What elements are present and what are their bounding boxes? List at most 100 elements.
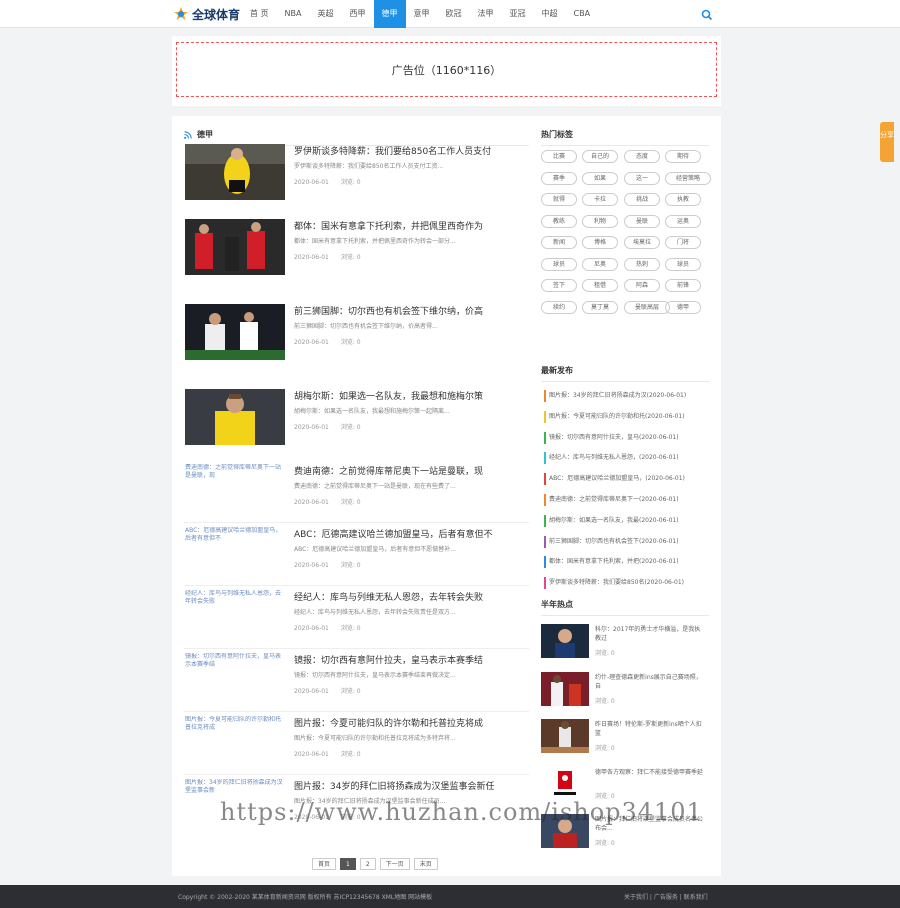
- latest-item[interactable]: 图片报：34岁的拜仁旧将扬森成为汉(2020-06-01): [544, 390, 706, 402]
- tag-item[interactable]: 这一: [624, 171, 660, 185]
- article-thumbnail[interactable]: [185, 304, 285, 360]
- latest-item-text[interactable]: 镜报：切尔西有意阿什拉夫，皇马(2020-06-01): [549, 434, 679, 441]
- tag-item[interactable]: 莫丁莫: [582, 300, 618, 314]
- article-thumbnail[interactable]: 镜报：切尔西有意阿什拉夫，皇马表示本赛季结: [185, 653, 285, 709]
- tag-item[interactable]: 新闻: [541, 236, 577, 249]
- latest-item-text[interactable]: 图片报：今夏可能归队的许尔勒和托(2020-06-01): [549, 413, 685, 420]
- hot-thumbnail[interactable]: [541, 624, 589, 658]
- tag-item[interactable]: 曼联: [624, 214, 660, 228]
- tag-item[interactable]: 就得: [541, 193, 577, 206]
- hot-item[interactable]: 科尔：2017年的勇士才华横溢，是我执教过 浏览: 0: [541, 624, 709, 662]
- article-title[interactable]: 都体：国米有意拿下托利索，并把佩里西奇作为: [294, 219, 529, 232]
- hot-title[interactable]: 约什-理查德森更新ins展示自己赛场照，自: [595, 673, 705, 691]
- tag-item[interactable]: 赛季: [541, 171, 577, 185]
- tag-item[interactable]: 经营策略: [665, 171, 711, 185]
- latest-item-text[interactable]: 前三狮国脚：切尔西也有机会签下(2020-06-01): [549, 538, 679, 545]
- article-thumbnail[interactable]: ABC：厄德高建议哈兰德加盟皇马，后者有意但不: [185, 527, 285, 583]
- hot-title[interactable]: 昨日赛场！特伦斯-罗斯更新ins晒个人扣篮: [595, 720, 705, 738]
- article-title[interactable]: 图片报：今夏可能归队的许尔勒和托普拉克将成: [294, 716, 529, 729]
- tag-item[interactable]: 自己的: [582, 150, 618, 163]
- tag-item[interactable]: 曼联高层: [624, 300, 670, 314]
- page-link-3[interactable]: 下一页: [379, 858, 410, 870]
- tag-item[interactable]: 门将: [665, 236, 701, 249]
- hot-thumbnail[interactable]: [541, 766, 589, 801]
- article-title[interactable]: 图片报：34岁的拜仁旧将扬森成为汉堡监事会新任: [294, 779, 529, 792]
- share-button[interactable]: 分享: [880, 122, 894, 162]
- latest-item[interactable]: 图片报：今夏可能归队的许尔勒和托(2020-06-01): [544, 410, 706, 423]
- latest-item-text[interactable]: 图片报：34岁的拜仁旧将扬森成为汉(2020-06-01): [549, 392, 686, 399]
- article-title[interactable]: 费迪南德：之前觉得库蒂尼奥下一站是曼联，现: [294, 464, 529, 477]
- article-thumbnail[interactable]: [185, 389, 285, 445]
- tag-item[interactable]: 教练: [541, 214, 577, 228]
- latest-item-text[interactable]: 经纪人：库鸟与列维无私人恩怨，(2020-06-01): [549, 454, 679, 461]
- tag-item[interactable]: 如果: [582, 171, 618, 185]
- latest-item[interactable]: 罗伊斯谈多特降薪：我们要给850名(2020-06-01): [544, 577, 706, 590]
- nav-item-8[interactable]: 亚冠: [502, 0, 534, 28]
- article-title[interactable]: 罗伊斯谈多特降薪：我们要给850名工作人员支付: [294, 144, 529, 157]
- tag-item[interactable]: 德甲: [665, 300, 701, 314]
- nav-item-9[interactable]: 中超: [534, 0, 566, 28]
- latest-item[interactable]: 胡梅尔斯：如果选一名队友，我最(2020-06-01): [544, 514, 706, 527]
- tag-item[interactable]: 球员: [665, 257, 701, 271]
- tag-item[interactable]: 比赛: [541, 150, 577, 163]
- tag-item[interactable]: 卡拉: [582, 193, 618, 206]
- article-title[interactable]: 镜报：切尔西有意阿什拉夫，皇马表示本赛季结: [294, 653, 529, 666]
- tag-item[interactable]: 挑战: [624, 193, 660, 206]
- nav-item-6[interactable]: 欧冠: [438, 0, 470, 28]
- latest-item[interactable]: 经纪人：库鸟与列维无私人恩怨，(2020-06-01): [544, 452, 706, 465]
- hot-title[interactable]: 科尔：2017年的勇士才华横溢，是我执教过: [595, 625, 705, 643]
- latest-item-text[interactable]: 都体：国米有意拿下托利索，并把(2020-06-01): [549, 558, 679, 565]
- tag-item[interactable]: 利物: [582, 214, 618, 228]
- article-title[interactable]: 胡梅尔斯：如果选一名队友，我最想和施梅尔策: [294, 389, 529, 402]
- latest-item[interactable]: 镜报：切尔西有意阿什拉夫，皇马(2020-06-01): [544, 431, 706, 444]
- tag-item[interactable]: 态度: [624, 150, 660, 163]
- article-title[interactable]: ABC：厄德高建议哈兰德加盟皇马，后者有意但不: [294, 527, 529, 540]
- latest-item-text[interactable]: 费迪南德：之前觉得库蒂尼奥下一(2020-06-01): [549, 496, 679, 503]
- tag-item[interactable]: 运奥: [665, 214, 701, 228]
- hot-item[interactable]: 约什-理查德森更新ins展示自己赛场照，自 浏览: 0: [541, 671, 709, 710]
- page-link-0[interactable]: 首页: [312, 858, 337, 870]
- nav-item-5[interactable]: 意甲: [406, 0, 438, 28]
- article-thumbnail[interactable]: [185, 219, 285, 275]
- search-icon[interactable]: [701, 9, 713, 21]
- latest-item[interactable]: ABC：厄德高建议哈兰德加盟皇马，(2020-06-01): [544, 473, 706, 486]
- nav-item-7[interactable]: 法甲: [470, 0, 502, 28]
- latest-item-text[interactable]: 罗伊斯谈多特降薪：我们要给850名(2020-06-01): [549, 579, 684, 586]
- article-thumbnail[interactable]: 费迪南德：之前觉得库蒂尼奥下一站是曼联，现: [185, 464, 285, 520]
- tag-item[interactable]: 尼奥: [582, 257, 618, 271]
- tag-item[interactable]: 签下: [541, 279, 577, 292]
- nav-item-10[interactable]: CBA: [566, 0, 599, 28]
- tag-item[interactable]: 租借: [582, 279, 618, 292]
- tag-item[interactable]: 热刺: [624, 257, 660, 271]
- page-link-2[interactable]: 2: [359, 858, 376, 870]
- nav-item-1[interactable]: NBA: [277, 0, 310, 28]
- nav-item-4[interactable]: 德甲: [373, 0, 406, 28]
- tag-item[interactable]: 球员: [541, 257, 577, 271]
- nav-item-2[interactable]: 英超: [310, 0, 342, 28]
- article-thumbnail[interactable]: 经纪人：库鸟与列维无私人恩怨，去年转会失败: [185, 590, 285, 646]
- article-title[interactable]: 经纪人：库鸟与列维无私人恩怨，去年转会失败: [294, 590, 529, 603]
- article-title[interactable]: 前三狮国脚：切尔西也有机会签下维尔纳，价高: [294, 304, 529, 317]
- latest-item[interactable]: 费迪南德：之前觉得库蒂尼奥下一(2020-06-01): [544, 494, 706, 506]
- hot-title[interactable]: 德甲各方观察：拜仁不能接受德甲赛季延: [595, 768, 705, 786]
- latest-item-text[interactable]: 胡梅尔斯：如果选一名队友，我最(2020-06-01): [549, 517, 679, 524]
- article-thumbnail[interactable]: [185, 144, 285, 200]
- footer-links[interactable]: 关于我们 | 广告服务 | 联系我们: [624, 892, 708, 901]
- hot-thumbnail[interactable]: [541, 719, 589, 753]
- tag-item[interactable]: 续约: [541, 300, 577, 314]
- nav-item-3[interactable]: 西甲: [342, 0, 374, 28]
- latest-item[interactable]: 都体：国米有意拿下托利索，并把(2020-06-01): [544, 556, 706, 569]
- tag-item[interactable]: 前锋: [665, 279, 701, 292]
- tag-item[interactable]: 期待: [665, 150, 701, 163]
- hot-item[interactable]: 昨日赛场！特伦斯-罗斯更新ins晒个人扣篮 浏览: 0: [541, 719, 709, 757]
- page-link-4[interactable]: 末页: [413, 858, 438, 870]
- latest-item-text[interactable]: ABC：厄德高建议哈兰德加盟皇马，(2020-06-01): [549, 475, 685, 482]
- latest-item[interactable]: 前三狮国脚：切尔西也有机会签下(2020-06-01): [544, 535, 706, 548]
- tag-item[interactable]: 博格: [582, 236, 618, 249]
- ad-banner[interactable]: 广告位（1160*116）: [172, 36, 721, 106]
- article-thumbnail[interactable]: 图片报：今夏可能归队的许尔勒和托普拉克将成: [185, 716, 285, 772]
- tag-item[interactable]: 执教: [665, 193, 701, 206]
- tag-item[interactable]: 埃莫拉: [624, 236, 660, 249]
- nav-item-0[interactable]: 首 页: [242, 0, 277, 28]
- hot-thumbnail[interactable]: [541, 671, 589, 706]
